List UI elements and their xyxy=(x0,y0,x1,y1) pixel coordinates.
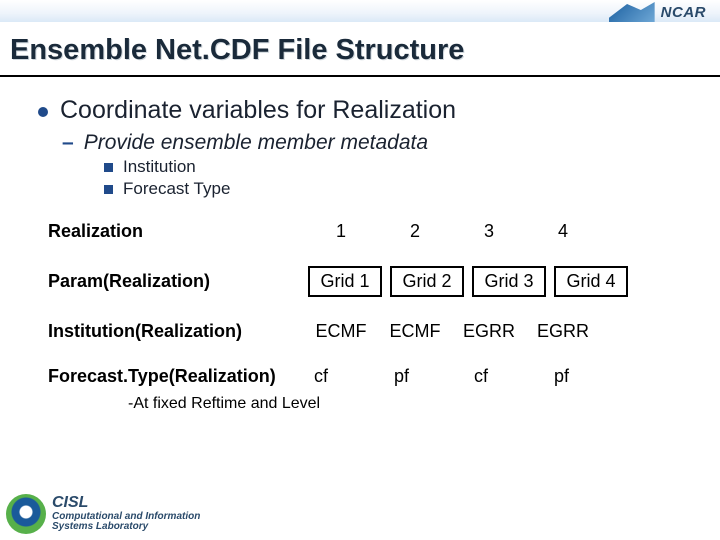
title-underline xyxy=(0,75,720,77)
cisl-logo-acronym: CISL xyxy=(52,495,200,512)
cisl-logo-line1: Computational and Information xyxy=(52,511,200,522)
cisl-logo-line2: Systems Laboratory xyxy=(52,521,148,532)
bullet-level3-b: Forecast Type xyxy=(104,179,700,199)
bullet-level1: Coordinate variables for Realization xyxy=(38,96,700,125)
cisl-logo-text: CISL Computational and Information Syste… xyxy=(52,495,200,533)
ncar-logo-text: NCAR xyxy=(661,4,706,21)
cell: 4 xyxy=(530,221,596,242)
disc-bullet-icon xyxy=(38,107,48,117)
slide-title: Ensemble Net.CDF File Structure xyxy=(10,34,464,67)
cell: EGRR xyxy=(530,321,596,342)
bullet-level3-a: Institution xyxy=(104,157,700,177)
dash-bullet-icon: – xyxy=(62,131,74,155)
cell: pf xyxy=(388,366,460,387)
table-row: Institution(Realization) ECMF ECMF EGRR … xyxy=(48,321,700,342)
bullet-level2-text: Provide ensemble member metadata xyxy=(84,131,428,155)
slide-content: Coordinate variables for Realization – P… xyxy=(38,96,700,413)
row-cells: ECMF ECMF EGRR EGRR xyxy=(308,321,596,342)
cell: Grid 3 xyxy=(472,266,546,297)
bullet-level1-text: Coordinate variables for Realization xyxy=(60,96,456,125)
row-label: Param(Realization) xyxy=(48,271,308,292)
cell: pf xyxy=(548,366,620,387)
table-row: Param(Realization) Grid 1 Grid 2 Grid 3 … xyxy=(48,266,700,297)
cell: Grid 1 xyxy=(308,266,382,297)
cell: cf xyxy=(468,366,540,387)
footnote: -At fixed Reftime and Level xyxy=(128,395,700,413)
cell: Grid 2 xyxy=(390,266,464,297)
realization-table: Realization 1 2 3 4 Param(Realization) G… xyxy=(48,221,700,387)
cell: EGRR xyxy=(456,321,522,342)
row-label: Institution(Realization) xyxy=(48,321,308,342)
row-label: Realization xyxy=(48,221,308,242)
row-cells: cf pf cf pf xyxy=(308,366,620,387)
bullet-level3-b-text: Forecast Type xyxy=(123,179,230,199)
bullet-level2: – Provide ensemble member metadata xyxy=(62,131,700,155)
cell: cf xyxy=(308,366,380,387)
cell: ECMF xyxy=(308,321,374,342)
ncar-logo-graphic xyxy=(609,2,655,22)
cell: 2 xyxy=(382,221,448,242)
cell: ECMF xyxy=(382,321,448,342)
cell: 3 xyxy=(456,221,522,242)
row-cells: Grid 1 Grid 2 Grid 3 Grid 4 xyxy=(308,266,628,297)
row-label: Forecast.Type(Realization) xyxy=(48,366,308,387)
cell: Grid 4 xyxy=(554,266,628,297)
ncar-logo: NCAR xyxy=(609,2,706,22)
square-bullet-icon xyxy=(104,163,113,172)
bullet-level3-a-text: Institution xyxy=(123,157,196,177)
row-cells: 1 2 3 4 xyxy=(308,221,596,242)
table-row: Forecast.Type(Realization) cf pf cf pf xyxy=(48,366,700,387)
cisl-logo-graphic xyxy=(6,494,46,534)
cisl-logo: CISL Computational and Information Syste… xyxy=(6,494,200,534)
cell: 1 xyxy=(308,221,374,242)
square-bullet-icon xyxy=(104,185,113,194)
table-row: Realization 1 2 3 4 xyxy=(48,221,700,242)
